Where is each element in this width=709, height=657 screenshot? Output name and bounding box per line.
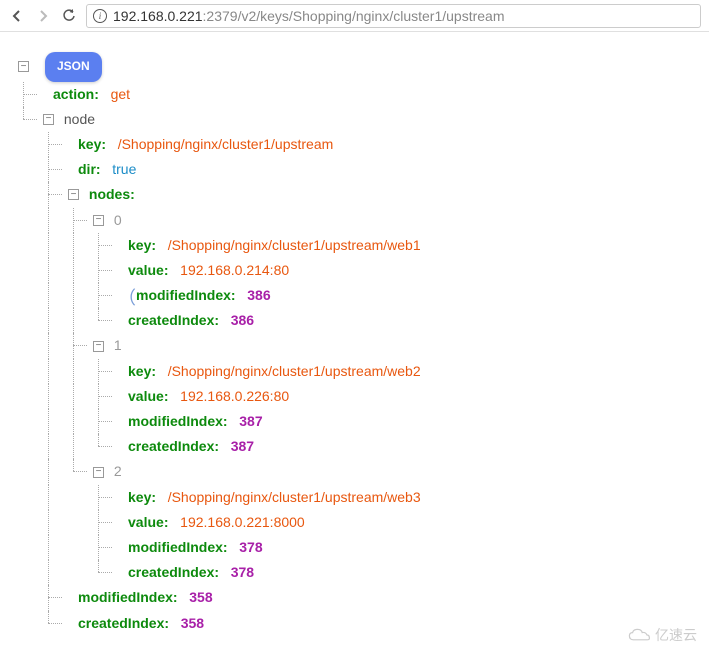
tree-row: createdIndex : 358: [68, 611, 204, 636]
cloud-icon: [627, 626, 651, 644]
tree-row: − 1: [93, 333, 122, 358]
info-icon: i: [93, 9, 107, 23]
tree-row: createdIndex : 386: [118, 308, 254, 333]
forward-button[interactable]: [34, 7, 52, 25]
tree-row: key : /Shopping/nginx/cluster1/upstream/…: [118, 233, 421, 258]
tree-row: createdIndex : 387: [118, 434, 254, 459]
tree-row: − node: [43, 107, 95, 132]
tree-row: modifiedIndex : 387: [118, 409, 263, 434]
collapse-icon[interactable]: −: [68, 189, 79, 200]
tree-row: modifiedIndex : 378: [118, 535, 263, 560]
tree-row: createdIndex : 378: [118, 560, 254, 585]
collapse-icon[interactable]: −: [18, 61, 29, 72]
tree-row: − nodes :: [68, 182, 135, 207]
collapse-icon[interactable]: −: [43, 114, 54, 125]
tree-row: dir : true: [68, 157, 136, 182]
json-viewer: − JSON action : get − node key : /Shoppi…: [0, 32, 709, 646]
address-bar[interactable]: i 192.168.0.221:2379/v2/keys/Shopping/ng…: [86, 4, 701, 28]
collapse-icon[interactable]: −: [93, 215, 104, 226]
tree-row: value : 192.168.0.226:80: [118, 384, 289, 409]
back-button[interactable]: [8, 7, 26, 25]
tree-row: action : get: [43, 82, 130, 107]
tree-row: （modifiedIndex : 386: [118, 283, 271, 308]
json-badge: JSON: [45, 52, 102, 82]
reload-button[interactable]: [60, 7, 78, 25]
collapse-icon[interactable]: −: [93, 467, 104, 478]
tree-row: − 2: [93, 459, 122, 484]
tree-row: modifiedIndex : 358: [68, 585, 213, 610]
tree-row: key : /Shopping/nginx/cluster1/upstream/…: [118, 359, 421, 384]
collapse-icon[interactable]: −: [93, 341, 104, 352]
tree-row: key : /Shopping/nginx/cluster1/upstream: [68, 132, 333, 157]
tree-row: − 0: [93, 208, 122, 233]
url-text: 192.168.0.221:2379/v2/keys/Shopping/ngin…: [113, 8, 505, 24]
watermark: 亿速云: [627, 625, 697, 645]
tree-row: key : /Shopping/nginx/cluster1/upstream/…: [118, 485, 421, 510]
tree-row: value : 192.168.0.214:80: [118, 258, 289, 283]
browser-toolbar: i 192.168.0.221:2379/v2/keys/Shopping/ng…: [0, 0, 709, 32]
tree-row: value : 192.168.0.221:8000: [118, 510, 305, 535]
